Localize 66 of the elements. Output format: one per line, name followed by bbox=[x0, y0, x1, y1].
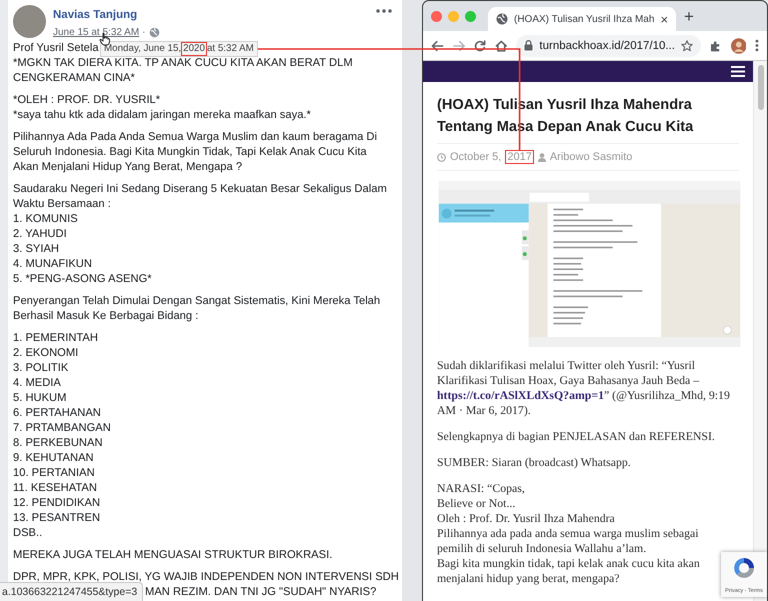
article-paragraph: SUMBER: Siaran (broadcast) Whatsapp. bbox=[437, 455, 631, 470]
reload-icon[interactable] bbox=[474, 40, 486, 52]
kebab-menu-icon[interactable] bbox=[755, 39, 759, 52]
list-item: 8. PERKEBUNAN bbox=[13, 436, 103, 451]
back-arrow-icon[interactable] bbox=[431, 40, 444, 52]
tab-title: (HOAX) Tulisan Yusril Ihza Mah bbox=[514, 14, 654, 24]
article-paragraph: Sudah diklarifikasi melalui Twitter oleh Yusril: “Yusril Klarifikasi Tulisan Hoax, Gaya Bahasanya Jauh Beda – https://t.co/rASlXLdXsQ?amp=1” (@Yusrilihza_Mhd, 9:19 AM · Mar 6, 2017). bbox=[437, 358, 731, 418]
globe-icon bbox=[496, 13, 508, 25]
list-item: 6. PERTAHANAN bbox=[13, 406, 101, 421]
list-item: 4. MEDIA bbox=[13, 376, 61, 391]
home-icon[interactable] bbox=[494, 40, 508, 52]
article-paragraph: Selengkapnya di bagian PENJELASAN dan REFERENSI. bbox=[437, 429, 715, 444]
highlighted-year: 2020 bbox=[181, 42, 207, 56]
list-item: 9. KEHUTANAN bbox=[13, 451, 94, 466]
tab-close-button[interactable]: × bbox=[660, 12, 668, 26]
avatar bbox=[13, 5, 46, 38]
list-item: 3. POLITIK bbox=[13, 361, 68, 376]
post-date: October 5, bbox=[450, 151, 502, 163]
list-item: 3. SYIAH bbox=[13, 242, 60, 257]
star-icon[interactable] bbox=[680, 40, 693, 52]
list-item: 11. KESEHATAN bbox=[13, 481, 97, 496]
author-name[interactable]: Navias Tanjung bbox=[53, 9, 138, 21]
list-item: 10. PERTANIAN bbox=[13, 466, 95, 481]
post-paragraph: Saudaraku Negeri Ini Sedang Diserang 5 Kekuatan Besar Sekaligus Dalam Waktu Bersamaan : bbox=[13, 182, 387, 212]
post-paragraph: *MGKN TAK DIERA KITA. TP ANAK CUCU KITA AKAN BERAT DLM CENGKERAMAN CINA* bbox=[13, 56, 353, 86]
list-item: 2. YAHUDI bbox=[13, 227, 67, 242]
post-timestamp[interactable]: June 15 at 5:32 AM bbox=[53, 27, 140, 38]
new-tab-button[interactable]: + bbox=[684, 8, 694, 24]
post-paragraph: *OLEH : PROF. DR. YUSRIL* bbox=[13, 93, 160, 108]
tweet-link[interactable]: https://t.co/rASlXLdXsQ?amp=1 bbox=[437, 388, 604, 402]
url-text: turnbackhoax.id/2017/10... bbox=[539, 40, 675, 52]
puzzle-icon[interactable] bbox=[710, 40, 722, 52]
status-url: a.103663221247455&type=3 bbox=[0, 582, 144, 601]
list-item: 2. EKONOMI bbox=[13, 346, 78, 361]
post-paragraph: Pilihannya Ada Pada Anda Semua Warga Muslim dan kaum beragama Di Seluruh Indonesia. Bagi Kita Mungkin Tidak, Tapi Kelak Anak Cucu Kita Akan Menjalani Hidup Yang Berat, Mengapa ? bbox=[13, 130, 378, 175]
list-item: 1. PEMERINTAH bbox=[13, 331, 98, 346]
post-paragraph: Prof Yusril Setela bbox=[13, 41, 99, 56]
globe-icon bbox=[148, 27, 160, 38]
profile-avatar-icon[interactable] bbox=[730, 38, 746, 54]
list-item: 1. KOMUNIS bbox=[13, 212, 78, 227]
recaptcha-icon bbox=[732, 556, 756, 580]
list-item: 13. PESANTREN bbox=[13, 511, 100, 526]
list-item: 7. PRTAMBANGAN bbox=[13, 421, 111, 436]
list-item: 5. HUKUM bbox=[13, 391, 66, 406]
address-bar[interactable]: turnbackhoax.id/2017/10... bbox=[516, 34, 701, 56]
highlighted-year: 2017 bbox=[505, 150, 534, 164]
lock-icon bbox=[524, 40, 534, 51]
list-item: 4. MUNAFIKUN bbox=[13, 257, 92, 272]
forward-arrow-icon[interactable] bbox=[452, 40, 466, 52]
list-item: 12. PENDIDIKAN bbox=[13, 496, 100, 511]
post-paragraph: Penyerangan Telah Dimulai Dengan Sangat Sistematis, Kini Mereka Telah Berhasil Masuk Ke Berbagai Bidang : bbox=[13, 294, 380, 324]
list-item: 5. *PENG-ASONG ASENG* bbox=[13, 272, 152, 287]
clock-icon bbox=[437, 152, 446, 162]
tooltip-text: at 5:32 AM bbox=[206, 43, 254, 55]
browser-tab[interactable]: (HOAX) Tulisan Yusril Ihza Mah × bbox=[488, 7, 676, 31]
post-paragraph: DPR, MPR, KPK, POLISI, YG WAJIB INDEPENDEN NON INTERVENSI SDH bbox=[13, 570, 399, 585]
post-paragraph: MEREKA JUGA TELAH MENGUASAI STRUKTUR BIROKRASI. bbox=[13, 548, 332, 563]
menu-icon[interactable] bbox=[731, 66, 745, 77]
separator: · bbox=[142, 27, 146, 38]
post-paragraph: *saya tahu ktk ada didalam jaringan mereka maafkan saya.* bbox=[13, 108, 311, 123]
article-paragraph: NARASI: “Copas, Believe or Not... Oleh : Prof. Dr. Yusril Ihza Mahendra Pilihannya ada pada anda semua warga muslim sebagai pemilih di seluruh Indonesia Wallahu a’lam. Bagi kita mungkin tidak, tapi kelak anak cucu kita akan menjalani hidup yang berat, mengapa? bbox=[437, 481, 700, 586]
more-icon[interactable] bbox=[376, 9, 392, 13]
post-paragraph: MAN REZIM. DAN TNI JG "SUDAH" NYARIS? bbox=[145, 585, 376, 600]
tooltip-text: Monday, June 15, bbox=[104, 43, 182, 55]
user-icon bbox=[538, 152, 546, 162]
list-item: DSB.. bbox=[13, 526, 42, 541]
